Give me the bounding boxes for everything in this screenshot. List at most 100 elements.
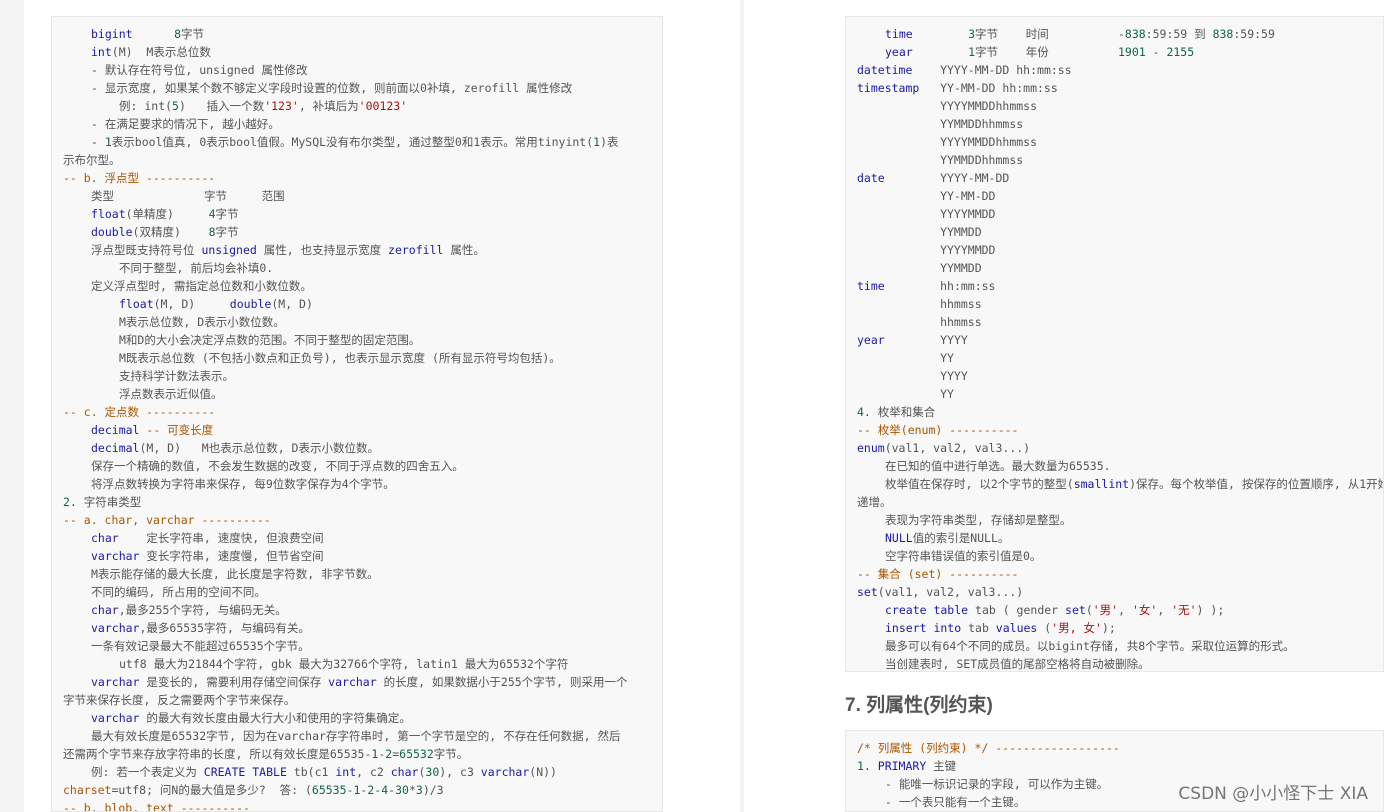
code-token: 将浮点数转换为字符串来保存, 每9位数字保存为4个字节。 <box>91 477 395 491</box>
code-line: year YYYY <box>857 331 968 349</box>
code-line: 浮点数表示近似值。 <box>119 385 223 403</box>
code-token: M既表示总位数 (不包括小数点和正负号), 也表示显示宽度 (所有显示符号均包括… <box>119 351 561 365</box>
code-token: tab <box>961 621 996 635</box>
code-token: -- 可变长度 <box>139 423 214 437</box>
code-line: YYMMDD <box>857 223 982 241</box>
code-token: :59:59 <box>1233 27 1275 41</box>
code-token: YYYY-MM-DD <box>884 171 1010 185</box>
csdn-watermark: CSDN @小小怪下士 XIA <box>1178 784 1368 804</box>
code-token: 还需两个字节来存放字符串的长度, 所以有效长度是65535- <box>63 747 372 761</box>
code-token: , <box>1118 603 1132 617</box>
code-token: - <box>91 135 105 149</box>
code-token: YYMMDDhhmmss <box>857 153 1024 167</box>
code-line: YYYYMMDDhhmmss <box>857 97 1037 115</box>
code-line: varchar 是变长的, 需要利用存储空间保存 varchar 的长度, 如果… <box>91 673 628 691</box>
code-token: 最多可以有64个不同的成员。以bigint存储, 共8个字节。采取位运算的形式。 <box>885 639 1295 653</box>
code-token: tab ( gender <box>968 603 1066 617</box>
code-token: - 在满足要求的情况下, 越小越好。 <box>91 117 280 131</box>
code-token: -- a. char, varchar ---------- <box>63 513 271 527</box>
code-line: float(M, D) double(M, D) <box>119 295 313 313</box>
code-line: time 3字节 时间 -838:59:59 到 838:59:59 <box>885 25 1275 43</box>
code-token: 2155 <box>1166 45 1195 59</box>
code-block-data-types-numeric-string: bigint 8字节 int(M) M表示总位数 - 默认存在符号位, unsign… <box>51 16 663 812</box>
code-token: (单精度) <box>125 207 209 221</box>
code-line: time hh:mm:ss <box>857 277 995 295</box>
code-token: CREATE TABLE <box>203 765 287 779</box>
code-token: ( <box>1085 603 1093 617</box>
code-token: YY-MM-DD hh:mm:ss <box>919 81 1058 95</box>
code-token: 字节 <box>215 225 239 239</box>
code-token: M表示总位数, D表示小数位数。 <box>119 315 285 329</box>
code-token: 不同于整型, 前后均会补填0. <box>119 261 274 275</box>
code-line: /* 列属性 (列约束) */ ------------------ <box>857 739 1120 757</box>
code-line: 不同于整型, 前后均会补填0. <box>119 259 273 277</box>
code-token: year <box>857 333 885 347</box>
code-token: 字节 <box>215 207 239 221</box>
code-token: , c2 <box>356 765 391 779</box>
code-line: YYYYMMDD <box>857 241 995 259</box>
code-token: 8 <box>174 27 182 41</box>
code-line: YY <box>857 349 954 367</box>
code-token: -- 集合 (set) ---------- <box>857 567 1019 581</box>
code-line: 还需两个字节来存放字符串的长度, 所以有效长度是65535-1-2=65532字… <box>63 745 468 763</box>
code-token: 1 <box>968 45 976 59</box>
code-token: 1901 <box>1117 45 1146 59</box>
code-token: ); <box>1101 621 1116 635</box>
code-token: '女' <box>1131 603 1158 617</box>
code-token: * <box>408 783 416 797</box>
code-token: 65535 <box>311 783 347 797</box>
code-token: 在已知的值中进行单选。最大数量为65535. <box>885 459 1111 473</box>
code-line: 当创建表时, SET成员值的尾部空格将自动被删除。 <box>885 655 1150 671</box>
code-token: - 一个表只能有一个主键。 <box>885 795 1026 809</box>
code-token: =utf8; 问N的最大值是多少? 答: ( <box>111 783 312 797</box>
code-token: (M, D) <box>153 297 230 311</box>
code-token: 的最大有效长度由最大行大小和使用的字符集确定。 <box>139 711 411 725</box>
code-token: -- b. 浮点型 ---------- <box>63 171 216 185</box>
code-token: YYMMDD <box>857 261 982 275</box>
code-line: set(val1, val2, val3...) <box>857 583 1023 601</box>
section-heading-column-attributes: 7. 列属性(列约束) <box>845 695 993 716</box>
code-line: -- a. char, varchar ---------- <box>63 511 271 529</box>
code-token: 字节 时间 - <box>975 27 1125 41</box>
code-token: , <box>1157 603 1172 617</box>
code-token: 字节 年份 <box>975 45 1118 59</box>
code-token: 支持科学计数法表示。 <box>119 369 234 383</box>
code-token: (val1, val2, val3...) <box>877 585 1024 599</box>
code-token: 主键 <box>926 759 957 773</box>
code-token: 2. <box>63 495 84 509</box>
code-token: YYMMDD <box>857 225 982 239</box>
code-line: 一条有效记录最大不能超过65535个字节。 <box>91 637 310 655</box>
code-token: 表现为字符串类型, 存储却是整型。 <box>885 513 1072 527</box>
code-token: YYMMDDhhmmss <box>857 117 1024 131</box>
code-token: 递增。 <box>857 495 892 509</box>
code-token: hhmmss <box>857 297 982 311</box>
code-token: 838 <box>1124 27 1146 41</box>
code-token: 4. <box>857 405 878 419</box>
code-token: YYYYMMDD <box>857 207 996 221</box>
code-token: )/3 <box>422 783 444 797</box>
code-token: YY <box>857 387 954 401</box>
code-token: timestamp <box>857 81 920 95</box>
code-line: 不同的编码, 所占用的空间不同。 <box>91 583 266 601</box>
code-line: varchar 的最大有效长度由最大行大小和使用的字符集确定。 <box>91 709 411 727</box>
code-token: YYYY-MM-DD hh:mm:ss <box>912 63 1072 77</box>
code-line: int(M) M表示总位数 <box>91 43 211 61</box>
code-token: - 显示宽度, 如果某个数不够定义字段时设置的位数, 则前面以0补填, zero… <box>91 81 573 95</box>
code-line: hhmmss <box>857 313 982 331</box>
code-token: (val1, val2, val3...) <box>884 441 1031 455</box>
code-line: 支持科学计数法表示。 <box>119 367 234 385</box>
code-token: unsigned <box>201 243 257 257</box>
code-token: float <box>91 207 126 221</box>
code-token: )保存。每个枚举值, 按保存的位置顺序, 从1开始逐一 <box>1129 477 1384 491</box>
code-line: timestamp YY-MM-DD hh:mm:ss <box>857 79 1058 97</box>
code-line: -- b. blob, text ---------- <box>63 799 250 811</box>
code-token: - <box>1145 45 1167 59</box>
code-token: float <box>119 297 154 311</box>
code-token: bigint <box>91 27 133 41</box>
code-token: M和D的大小会决定浮点数的范围。不同于整型的固定范围。 <box>119 333 421 347</box>
code-line: 4. 枚举和集合 <box>857 403 935 421</box>
code-line: - 1表示bool值真, 0表示bool值假。MySQL没有布尔类型, 通过整型… <box>91 133 619 151</box>
code-token: 类型 字节 范围 <box>91 189 285 203</box>
code-line: YY-MM-DD <box>857 187 995 205</box>
code-line: hhmmss <box>857 295 982 313</box>
